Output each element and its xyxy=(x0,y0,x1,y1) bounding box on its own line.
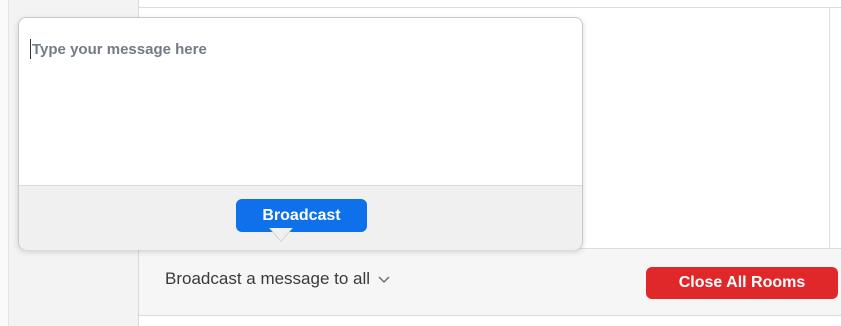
broadcast-button[interactable]: Broadcast xyxy=(236,199,367,232)
left-panel-edge xyxy=(0,0,9,326)
close-all-rooms-button[interactable]: Close All Rooms xyxy=(646,267,838,299)
breakout-rooms-window: Broadcast a message to all Close All Roo… xyxy=(0,0,841,326)
popup-pointer xyxy=(270,228,292,241)
chevron-down-icon xyxy=(378,273,390,287)
close-all-rooms-label: Close All Rooms xyxy=(678,274,806,291)
broadcast-to-all-label: Broadcast a message to all xyxy=(165,269,371,288)
broadcast-message-input[interactable]: Type your message here xyxy=(19,18,582,185)
bottom-toolbar: Broadcast a message to all Close All Roo… xyxy=(139,248,841,316)
broadcast-button-label: Broadcast xyxy=(262,206,341,224)
text-caret xyxy=(30,39,31,59)
message-placeholder: Type your message here xyxy=(32,41,207,58)
popup-footer: Broadcast xyxy=(19,185,582,250)
broadcast-message-popup: Type your message here Broadcast xyxy=(18,17,583,250)
broadcast-to-all-dropdown[interactable]: Broadcast a message to all xyxy=(165,269,390,289)
